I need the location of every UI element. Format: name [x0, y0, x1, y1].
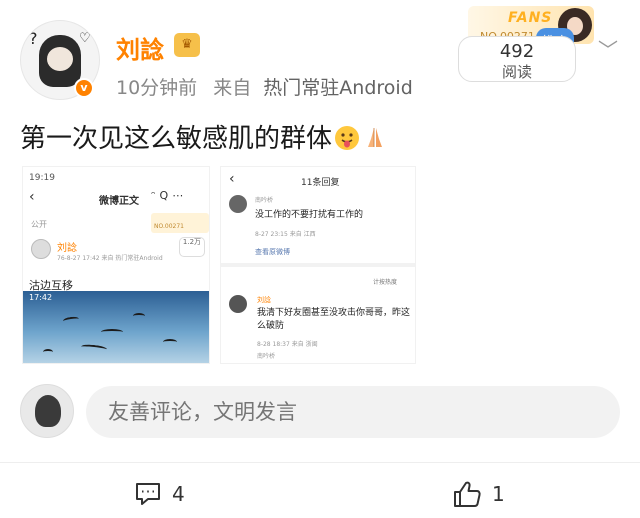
- source-prefix: 来自: [213, 77, 252, 99]
- section-divider: [221, 263, 415, 267]
- post-text: 第一次见这么敏感肌的群体: [20, 118, 388, 155]
- read-label: 阅读: [501, 63, 532, 81]
- reply-text: 没工作的不要打扰有工作的: [255, 210, 364, 220]
- seagull-shape: [80, 343, 108, 353]
- read-count-box: 492 阅读: [458, 36, 576, 82]
- visibility-label: 公开: [31, 220, 47, 229]
- thumbs-up-icon: [454, 481, 481, 507]
- reply-username: 刘諗: [257, 296, 271, 304]
- image-page-title: 微博正文: [99, 196, 139, 207]
- like-button[interactable]: 1: [452, 478, 505, 510]
- fans-label: FANS: [508, 10, 553, 26]
- seagull-shape: [133, 313, 145, 319]
- post-time: 10分钟前: [116, 77, 198, 99]
- seagull-shape: [43, 349, 53, 355]
- reply-avatar: [229, 195, 247, 213]
- photo-status-time: 17:42: [29, 293, 53, 302]
- post-body: 第一次见这么敏感肌的群体: [20, 124, 333, 154]
- author-name[interactable]: 刘諗: [116, 30, 164, 65]
- sub-reply-username: 南吟桥: [257, 353, 276, 360]
- praying-hands-emoji-icon: [368, 128, 383, 147]
- comment-input[interactable]: [86, 386, 620, 438]
- member-badge-icon[interactable]: ♛: [174, 33, 200, 57]
- image-read-count: 1.2万: [179, 237, 205, 257]
- view-original-link: 查看原微博: [255, 248, 290, 256]
- weibo-post-page: ? ♡ v 刘諗 ♛ 10分钟前 来自 热门常驻Android FANS NO.…: [0, 0, 640, 518]
- seagull-shape: [101, 329, 123, 335]
- doodle-decoration: ?: [29, 29, 38, 48]
- current-user-avatar[interactable]: [20, 384, 74, 438]
- divider: [0, 462, 640, 463]
- back-arrow-icon: ‹: [29, 189, 35, 205]
- reply-username: 南吟桥: [255, 197, 274, 204]
- image-author-name: 刘諗: [57, 243, 77, 254]
- image-fans-number: NO.00271: [154, 223, 184, 230]
- avatar-face-shape: [47, 47, 73, 71]
- like-count: 1: [492, 482, 505, 506]
- attached-image-1[interactable]: 19:19 ‹ 微博正文 ᵔQ⋯ 公开 NO.00271 刘諗 76-8-27 …: [22, 166, 210, 364]
- reply-meta: 8-28 18:37 来自 浙闽: [257, 341, 318, 348]
- post-source[interactable]: 热门常驻Android: [263, 77, 412, 99]
- verified-badge-icon: v: [74, 78, 94, 98]
- heart-doodle: ♡: [79, 31, 91, 46]
- image-fans-card: NO.00271: [151, 213, 209, 233]
- seagull-shape: [163, 339, 177, 345]
- comment-button[interactable]: 4: [134, 478, 185, 510]
- sort-label: 计按热度: [373, 279, 398, 286]
- post-meta: 10分钟前 来自 热门常驻Android: [116, 73, 413, 100]
- toolbar-icons: ᵔQ⋯: [151, 189, 188, 202]
- image-status-time: 19:19: [29, 173, 55, 183]
- seagull-photo: 17:42: [23, 291, 209, 363]
- reply-text: 我清下好友圈甚至没攻击你哥哥，昨这么破防: [257, 308, 411, 331]
- reply-avatar: [229, 295, 247, 313]
- attached-image-2[interactable]: ‹ 11条回复 南吟桥 没工作的不要打扰有工作的 8-27 23:15 来自 江…: [220, 166, 416, 364]
- read-count: 492: [499, 41, 535, 62]
- replies-title: 11条回复: [301, 178, 340, 188]
- tongue-face-emoji-icon: [335, 126, 360, 150]
- back-arrow-icon: ‹: [229, 171, 235, 187]
- chevron-down-icon[interactable]: ﹀: [598, 34, 618, 63]
- comment-count: 4: [172, 482, 185, 506]
- reply-meta: 8-27 23:15 来自 江西: [255, 231, 316, 238]
- image-author-avatar: [31, 239, 51, 259]
- seagull-shape: [62, 315, 80, 325]
- comment-icon: [136, 483, 160, 505]
